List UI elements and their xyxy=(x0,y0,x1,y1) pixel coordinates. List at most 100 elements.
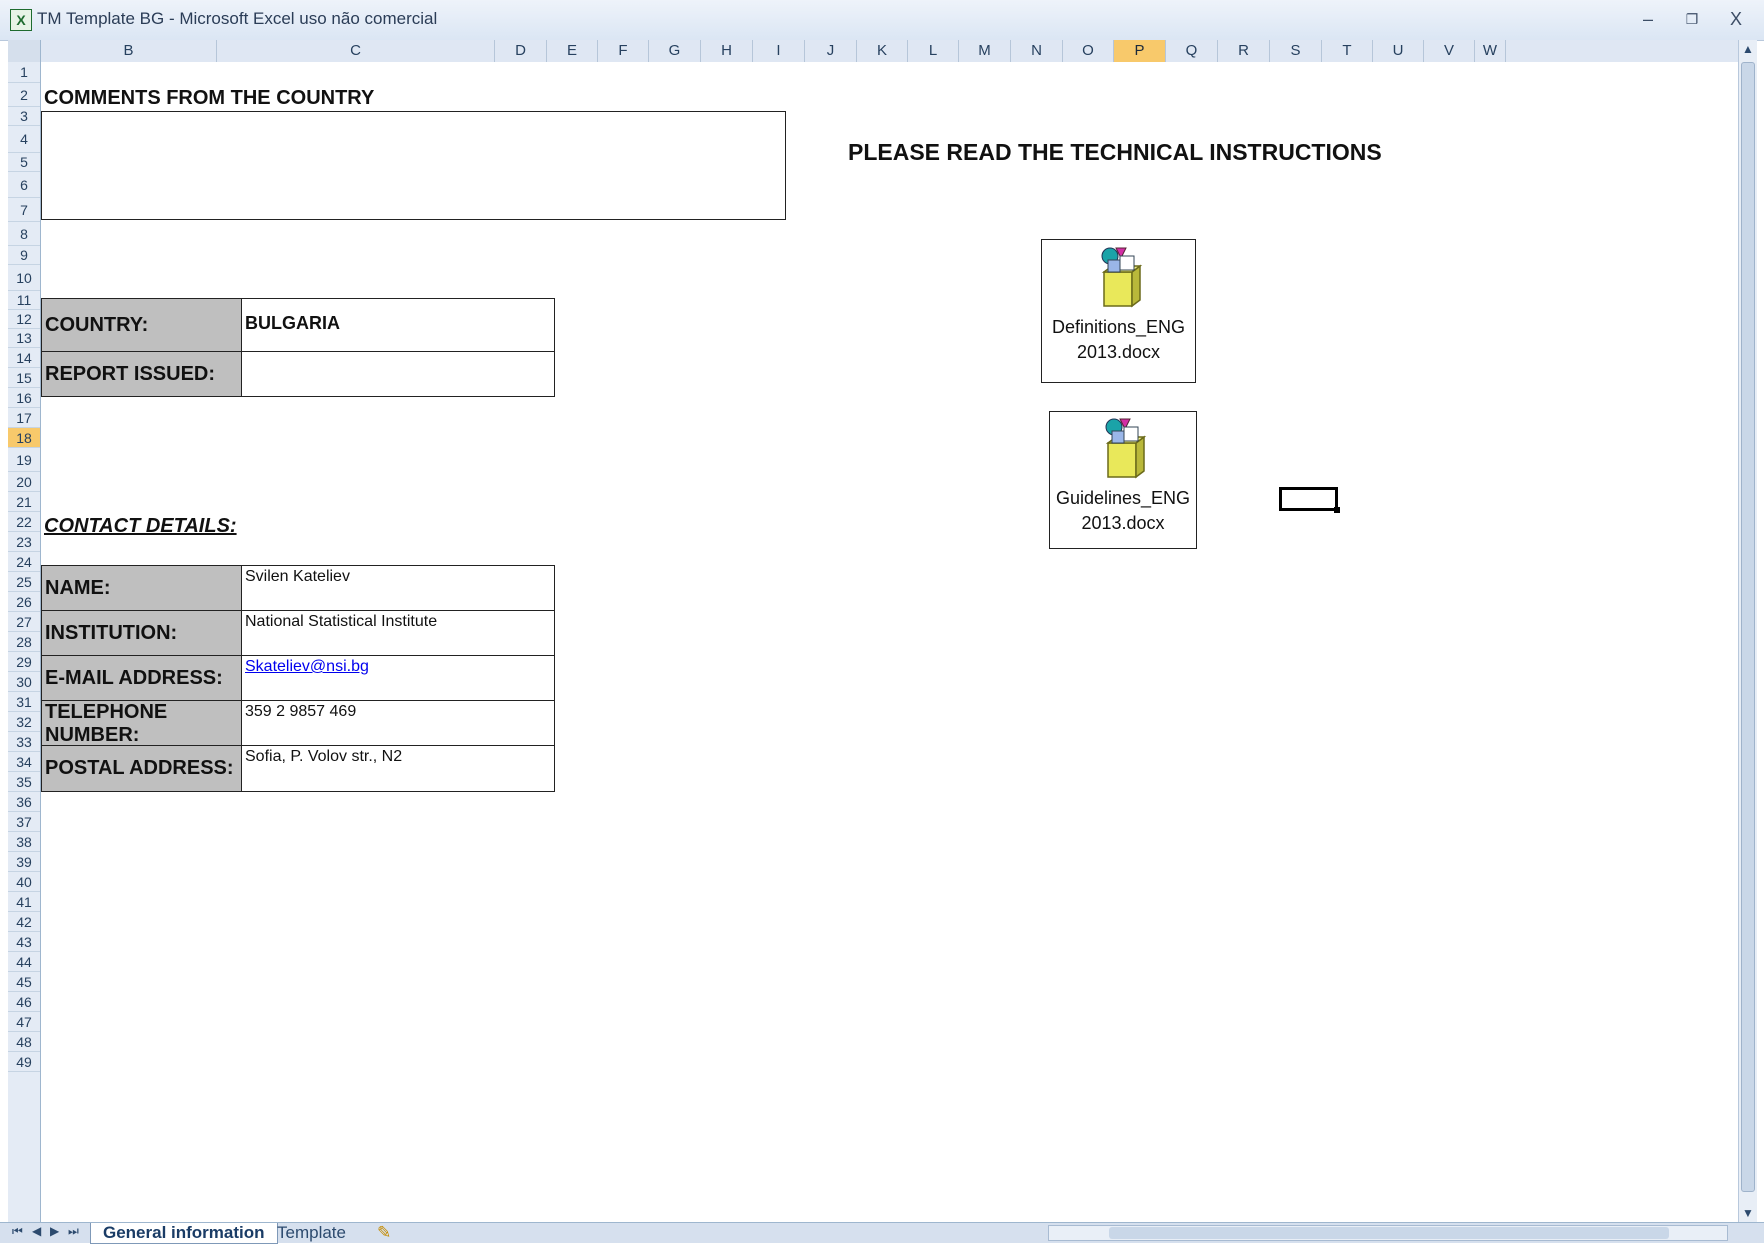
column-header-o[interactable]: O xyxy=(1063,40,1114,62)
row-header-24[interactable]: 24 xyxy=(8,552,40,572)
row-header-30[interactable]: 30 xyxy=(8,672,40,692)
excel-app-icon[interactable]: X xyxy=(10,9,32,31)
first-sheet-icon[interactable]: ⏮ xyxy=(12,1224,23,1239)
row-header-40[interactable]: 40 xyxy=(8,872,40,892)
vertical-scrollbar[interactable]: ▲ ▼ xyxy=(1738,40,1757,1222)
row-header-44[interactable]: 44 xyxy=(8,952,40,972)
row-header-18[interactable]: 18 xyxy=(8,428,40,448)
row-header-14[interactable]: 14 xyxy=(8,348,40,368)
row-header-13[interactable]: 13 xyxy=(8,329,40,348)
postal-address-value[interactable]: Sofia, P. Volov str., N2 xyxy=(241,745,555,792)
worksheet-grid[interactable]: COMMENTS FROM THE COUNTRY PLEASE READ TH… xyxy=(41,62,1738,1222)
row-header-47[interactable]: 47 xyxy=(8,1012,40,1032)
column-header-v[interactable]: V xyxy=(1424,40,1475,62)
column-header-e[interactable]: E xyxy=(547,40,598,62)
column-header-j[interactable]: J xyxy=(805,40,857,62)
column-header-g[interactable]: G xyxy=(649,40,701,62)
column-header-q[interactable]: Q xyxy=(1166,40,1218,62)
restore-button[interactable]: ❐ xyxy=(1672,6,1712,32)
select-all-corner[interactable] xyxy=(8,40,41,62)
next-sheet-icon[interactable]: ▶ xyxy=(50,1224,59,1238)
row-header-26[interactable]: 26 xyxy=(8,592,40,612)
row-header-12[interactable]: 12 xyxy=(8,310,40,329)
row-header-38[interactable]: 38 xyxy=(8,832,40,852)
row-header-27[interactable]: 27 xyxy=(8,612,40,632)
row-header-3[interactable]: 3 xyxy=(8,107,40,126)
row-header-28[interactable]: 28 xyxy=(8,632,40,652)
column-header-s[interactable]: S xyxy=(1270,40,1322,62)
row-header-8[interactable]: 8 xyxy=(8,222,40,246)
scroll-up-arrow-icon[interactable]: ▲ xyxy=(1742,42,1754,56)
tab-template[interactable]: Template xyxy=(265,1223,358,1243)
row-header-2[interactable]: 2 xyxy=(8,83,40,107)
column-header-u[interactable]: U xyxy=(1373,40,1424,62)
row-header-31[interactable]: 31 xyxy=(8,692,40,712)
row-header-29[interactable]: 29 xyxy=(8,652,40,672)
telephone-value[interactable]: 359 2 9857 469 xyxy=(241,700,555,747)
column-header-t[interactable]: T xyxy=(1322,40,1373,62)
column-header-h[interactable]: H xyxy=(701,40,753,62)
scroll-down-arrow-icon[interactable]: ▼ xyxy=(1742,1206,1754,1220)
column-header-r[interactable]: R xyxy=(1218,40,1270,62)
row-header-39[interactable]: 39 xyxy=(8,852,40,872)
row-header-1[interactable]: 1 xyxy=(8,62,40,83)
row-header-49[interactable]: 49 xyxy=(8,1052,40,1072)
row-header-45[interactable]: 45 xyxy=(8,972,40,992)
column-header-d[interactable]: D xyxy=(495,40,547,62)
row-header-43[interactable]: 43 xyxy=(8,932,40,952)
fill-handle[interactable] xyxy=(1334,507,1340,513)
row-header-21[interactable]: 21 xyxy=(8,492,40,512)
close-button[interactable]: X xyxy=(1716,6,1756,32)
column-header-w[interactable]: W xyxy=(1475,40,1506,62)
minimize-button[interactable]: ‒ xyxy=(1628,6,1668,32)
row-header-17[interactable]: 17 xyxy=(8,408,40,428)
row-header-46[interactable]: 46 xyxy=(8,992,40,1012)
row-header-42[interactable]: 42 xyxy=(8,912,40,932)
last-sheet-icon[interactable]: ⏭ xyxy=(68,1224,79,1239)
column-header-n[interactable]: N xyxy=(1011,40,1063,62)
column-header-c[interactable]: C xyxy=(217,40,495,62)
institution-value[interactable]: National Statistical Institute xyxy=(241,610,555,657)
row-header-33[interactable]: 33 xyxy=(8,732,40,752)
horizontal-scrollbar[interactable] xyxy=(1048,1225,1728,1241)
column-header-f[interactable]: F xyxy=(598,40,649,62)
row-header-10[interactable]: 10 xyxy=(8,265,40,291)
row-header-36[interactable]: 36 xyxy=(8,792,40,812)
column-header-p[interactable]: P xyxy=(1114,40,1166,62)
row-header-32[interactable]: 32 xyxy=(8,712,40,732)
row-header-7[interactable]: 7 xyxy=(8,198,40,222)
row-header-23[interactable]: 23 xyxy=(8,532,40,552)
country-value[interactable]: BULGARIA xyxy=(241,298,555,353)
prev-sheet-icon[interactable]: ◀ xyxy=(32,1224,41,1238)
row-header-22[interactable]: 22 xyxy=(8,512,40,532)
row-header-15[interactable]: 15 xyxy=(8,368,40,388)
row-header-6[interactable]: 6 xyxy=(8,172,40,198)
row-header-9[interactable]: 9 xyxy=(8,246,40,265)
horizontal-scroll-thumb[interactable] xyxy=(1109,1227,1669,1239)
row-header-16[interactable]: 16 xyxy=(8,388,40,408)
column-header-k[interactable]: K xyxy=(857,40,908,62)
insert-sheet-icon[interactable]: ✎ xyxy=(365,1223,403,1243)
tab-general-information[interactable]: General information xyxy=(90,1223,278,1244)
row-header-5[interactable]: 5 xyxy=(8,153,40,172)
row-header-19[interactable]: 19 xyxy=(8,448,40,472)
column-header-b[interactable]: B xyxy=(41,40,217,62)
row-header-48[interactable]: 48 xyxy=(8,1032,40,1052)
embedded-guidelines-docx[interactable]: Guidelines_ENG 2013.docx xyxy=(1049,411,1197,549)
row-header-4[interactable]: 4 xyxy=(8,126,40,153)
row-header-41[interactable]: 41 xyxy=(8,892,40,912)
row-header-20[interactable]: 20 xyxy=(8,472,40,492)
report-issued-value[interactable] xyxy=(241,351,555,397)
row-header-37[interactable]: 37 xyxy=(8,812,40,832)
row-header-34[interactable]: 34 xyxy=(8,752,40,772)
row-header-25[interactable]: 25 xyxy=(8,572,40,592)
row-header-11[interactable]: 11 xyxy=(8,291,40,310)
active-cell-cursor[interactable] xyxy=(1279,487,1340,513)
email-link[interactable]: Skateliev@nsi.bg xyxy=(241,655,555,702)
comments-box[interactable] xyxy=(41,111,786,220)
column-header-m[interactable]: M xyxy=(959,40,1011,62)
column-header-l[interactable]: L xyxy=(908,40,959,62)
vertical-scroll-thumb[interactable] xyxy=(1741,62,1755,1192)
row-header-35[interactable]: 35 xyxy=(8,772,40,792)
name-value[interactable]: Svilen Kateliev xyxy=(241,565,555,612)
